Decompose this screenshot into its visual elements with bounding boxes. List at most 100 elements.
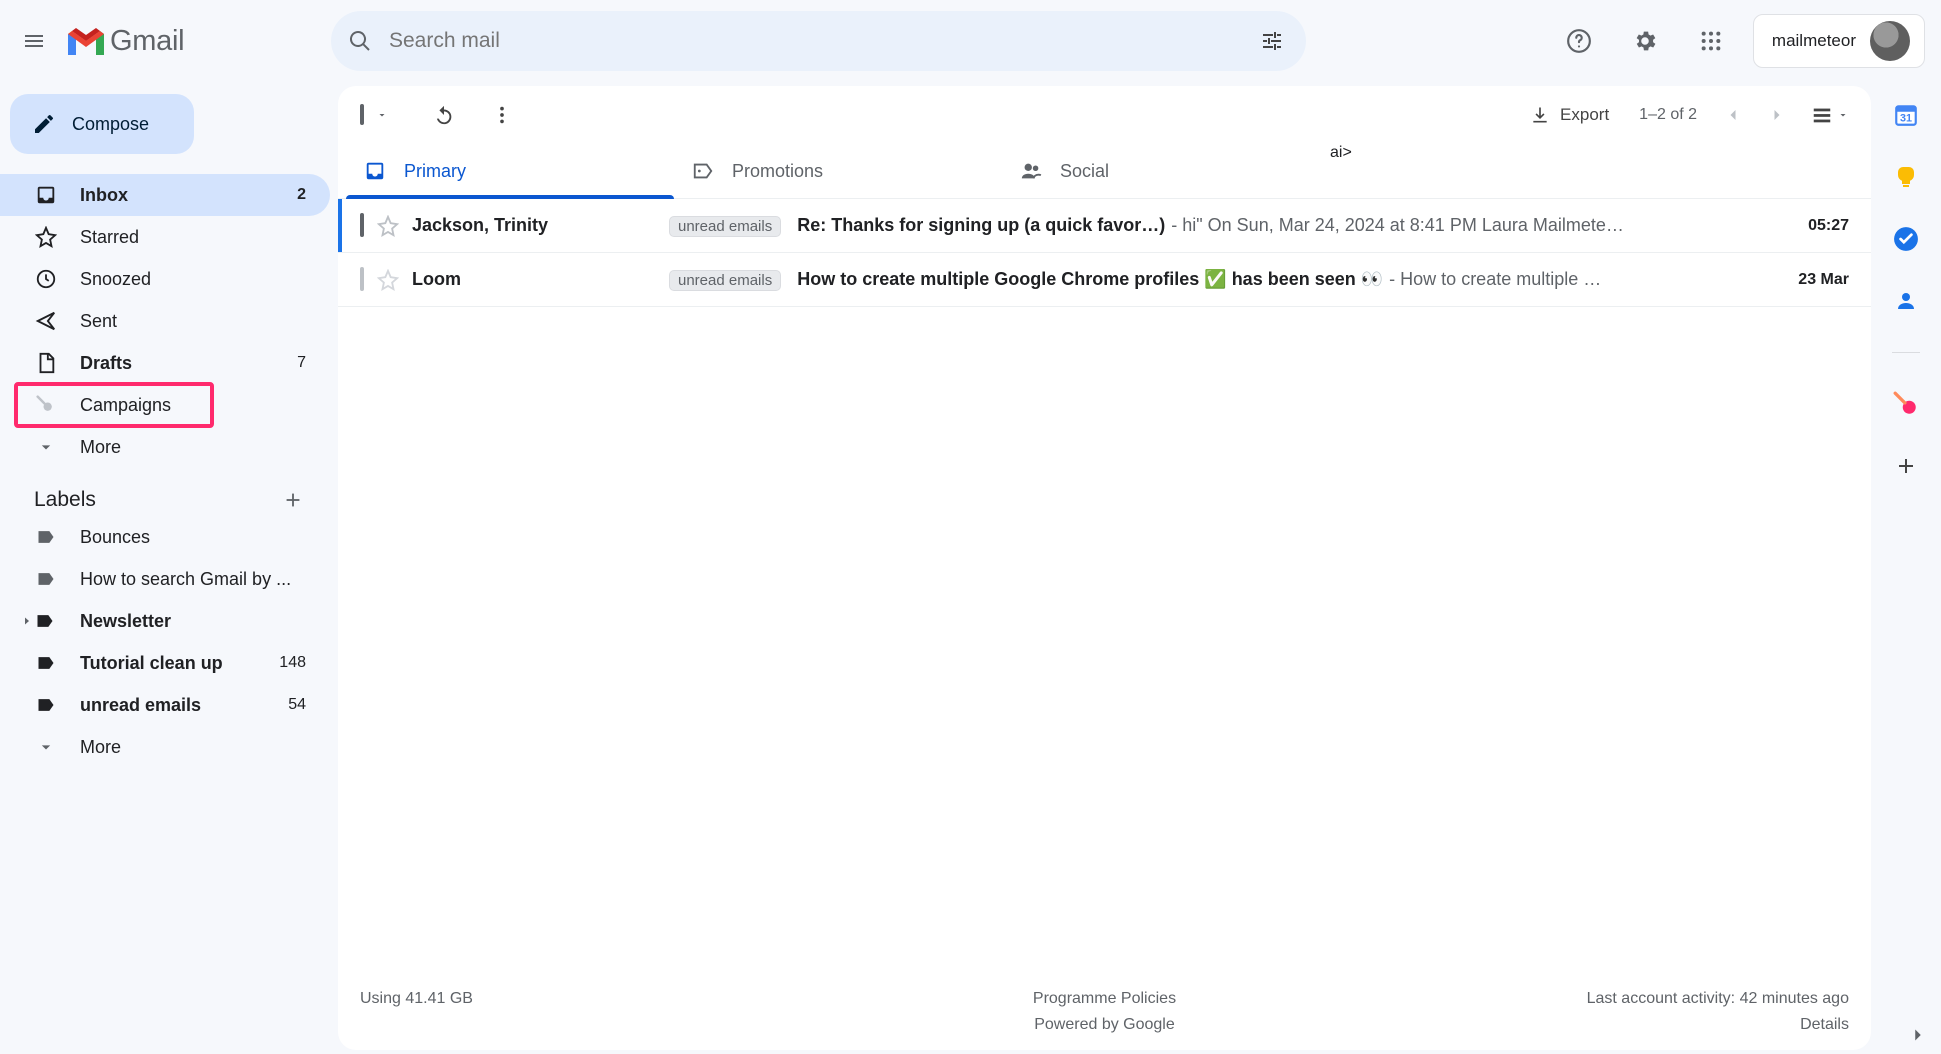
tab-social[interactable]: Social	[1002, 144, 1330, 198]
star-icon	[377, 269, 399, 291]
sidebar-item-label: Starred	[80, 227, 306, 248]
chevron-down-icon	[34, 437, 58, 457]
label-item-label: Newsletter	[80, 611, 306, 632]
select-all-checkbox[interactable]	[360, 106, 364, 124]
row-date: 23 Mar	[1798, 271, 1849, 289]
promotions-icon	[692, 160, 714, 182]
details-link[interactable]: Details	[1800, 1016, 1849, 1034]
label-item-more[interactable]: More	[0, 726, 330, 768]
rail-tasks[interactable]	[1893, 226, 1919, 252]
search-bar[interactable]	[331, 11, 1306, 71]
rail-keep[interactable]	[1893, 164, 1919, 190]
label-item-newsletter[interactable]: Newsletter	[0, 600, 330, 642]
label-icon	[34, 527, 58, 547]
row-subject-text: How to create multiple Google Chrome pro…	[797, 269, 1383, 290]
density-icon	[1811, 104, 1833, 126]
tune-icon	[1260, 29, 1284, 53]
main-panel: Export 1–2 of 2 Primary	[338, 86, 1871, 1050]
label-icon	[34, 569, 58, 589]
tab-label: Primary	[404, 161, 466, 182]
powered-text: Powered by Google	[1034, 1016, 1175, 1034]
apps-button[interactable]	[1687, 17, 1735, 65]
search-wrap	[331, 11, 1306, 71]
sidebar-item-sent[interactable]: Sent	[0, 300, 330, 342]
row-sender: Loom	[412, 269, 657, 290]
label-item-tutorial[interactable]: Tutorial clean up 148	[0, 642, 330, 684]
sidebar-item-label: Snoozed	[80, 269, 306, 290]
labels-heading-text: Labels	[34, 488, 96, 512]
logo[interactable]: Gmail	[68, 25, 283, 58]
sidebar-item-count: 2	[297, 186, 306, 204]
settings-button[interactable]	[1621, 17, 1669, 65]
sidebar-item-label: More	[80, 437, 306, 458]
label-expand-icon	[18, 611, 58, 631]
rail-calendar[interactable]: 31	[1893, 102, 1919, 128]
search-options-button[interactable]	[1252, 21, 1292, 61]
keep-icon	[1894, 165, 1918, 189]
refresh-button[interactable]	[432, 103, 456, 127]
header: Gmail mailmeteo	[0, 0, 1941, 82]
download-icon	[1530, 105, 1550, 125]
next-page-button[interactable]	[1759, 97, 1795, 133]
select-dropdown[interactable]	[376, 109, 388, 121]
row-snippet: - hi" On Sun, Mar 24, 2024 at 8:41 PM La…	[1171, 215, 1624, 236]
main-menu-button[interactable]	[10, 17, 58, 65]
rail-mailmeteor[interactable]	[1893, 391, 1919, 417]
label-item-label: How to search Gmail by ...	[80, 569, 306, 590]
tab-promotions[interactable]: Promotions	[674, 144, 1002, 198]
row-label-chip: unread emails	[669, 216, 781, 237]
rail-add[interactable]	[1893, 453, 1919, 479]
compose-label: Compose	[72, 114, 149, 135]
tab-label: Social	[1060, 161, 1109, 182]
row-label-chip: unread emails	[669, 270, 781, 291]
social-icon	[1020, 160, 1042, 182]
email-row[interactable]: Jackson, Trinity unread emails Re: Thank…	[338, 199, 1871, 253]
footer-storage: Using 41.41 GB	[360, 990, 856, 1008]
row-star[interactable]	[376, 214, 400, 238]
label-item-howto[interactable]: How to search Gmail by ...	[0, 558, 330, 600]
account-switcher[interactable]: mailmeteor	[1753, 14, 1925, 68]
sidebar-item-campaigns[interactable]: Campaigns	[16, 384, 212, 426]
sidebar-item-inbox[interactable]: Inbox 2	[0, 174, 330, 216]
label-item-bounces[interactable]: Bounces	[0, 516, 330, 558]
sidebar-item-drafts[interactable]: Drafts 7	[0, 342, 330, 384]
plus-icon	[1894, 454, 1918, 478]
clock-icon	[34, 268, 58, 290]
send-icon	[34, 310, 58, 332]
rail-collapse[interactable]	[1905, 1022, 1931, 1048]
row-checkbox[interactable]	[360, 215, 364, 236]
compose-button[interactable]: Compose	[10, 94, 194, 154]
prev-page-button[interactable]	[1715, 97, 1751, 133]
svg-text:31: 31	[1900, 113, 1912, 125]
add-label-button[interactable]	[282, 489, 304, 511]
primary-icon	[364, 160, 386, 182]
export-button[interactable]: Export	[1530, 105, 1609, 125]
inbox-icon	[34, 184, 58, 206]
chevron-left-icon	[1723, 105, 1743, 125]
pencil-icon	[32, 112, 56, 136]
density-button[interactable]	[1811, 104, 1849, 126]
support-button[interactable]	[1555, 17, 1603, 65]
sidebar-item-snoozed[interactable]: Snoozed	[0, 258, 330, 300]
search-icon	[345, 26, 375, 56]
label-item-label: Tutorial clean up	[80, 653, 257, 674]
email-row[interactable]: Loom unread emails How to create multipl…	[338, 253, 1871, 307]
export-label: Export	[1560, 105, 1609, 125]
tab-primary[interactable]: Primary	[346, 144, 674, 198]
label-item-count: 148	[279, 654, 306, 672]
activity-text: Last account activity: 42 minutes ago	[1587, 990, 1849, 1008]
label-item-unread[interactable]: unread emails 54	[0, 684, 330, 726]
row-sender: Jackson, Trinity	[412, 215, 657, 236]
policy-link[interactable]: Programme Policies	[1033, 990, 1176, 1008]
footer-right: Last account activity: 42 minutes ago De…	[1353, 990, 1849, 1034]
rail-contacts[interactable]	[1893, 288, 1919, 314]
chevron-down-icon	[34, 737, 58, 757]
plus-icon	[282, 489, 304, 511]
search-input[interactable]	[387, 11, 1252, 71]
meteor-icon	[34, 395, 58, 415]
more-button[interactable]	[490, 103, 514, 127]
sidebar-item-more[interactable]: More	[0, 426, 330, 468]
sidebar-item-starred[interactable]: Starred	[0, 216, 330, 258]
row-star[interactable]	[376, 268, 400, 292]
row-checkbox[interactable]	[360, 269, 364, 290]
